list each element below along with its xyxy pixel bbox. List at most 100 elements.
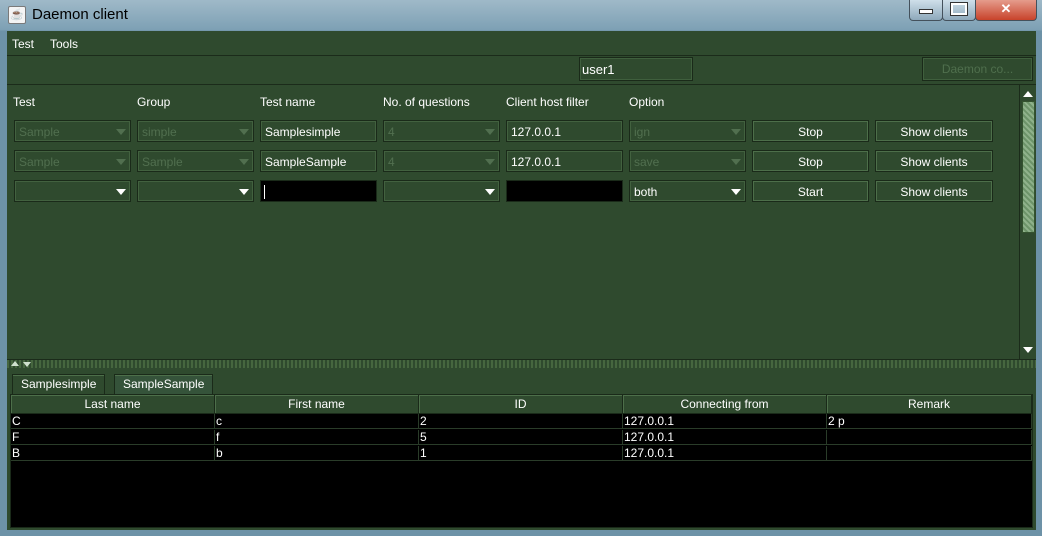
collapse-up-icon[interactable] xyxy=(11,361,19,366)
chevron-down-icon xyxy=(239,129,249,135)
cell-connecting-from: 127.0.0.1 xyxy=(623,414,827,429)
show-clients-button[interactable]: Show clients xyxy=(875,180,993,202)
scroll-up-icon[interactable] xyxy=(1023,91,1033,97)
column-remark[interactable]: Remark xyxy=(827,395,1032,414)
window-title: Daemon client xyxy=(32,6,128,23)
java-cup-icon: ☕ xyxy=(8,6,26,24)
combo-value: ign xyxy=(634,125,651,139)
chevron-down-icon xyxy=(731,129,741,135)
questions-combo[interactable]: 4 xyxy=(383,150,500,172)
table-row[interactable]: B b 1 127.0.0.1 xyxy=(11,446,1032,462)
maximize-icon xyxy=(950,2,968,16)
combo-value: 4 xyxy=(388,125,395,139)
cell-remark xyxy=(827,430,1032,445)
tab-samplesample[interactable]: SampleSample xyxy=(114,374,214,394)
table-row[interactable]: F f 5 127.0.0.1 xyxy=(11,430,1032,446)
cell-remark: 2 p xyxy=(827,414,1032,429)
cell-last-name: F xyxy=(11,430,215,445)
combo-value: Sample xyxy=(19,155,60,169)
cell-first-name: f xyxy=(215,430,419,445)
chevron-down-icon xyxy=(485,159,495,165)
header-test: Test xyxy=(13,95,36,109)
combo-value: Sample xyxy=(19,125,60,139)
header-test-name: Test name xyxy=(260,95,316,109)
vertical-scrollbar[interactable] xyxy=(1019,85,1036,359)
group-combo[interactable]: Sample xyxy=(137,150,254,172)
host-filter-field[interactable]: 127.0.0.1 xyxy=(506,150,623,172)
chevron-down-icon xyxy=(485,129,495,135)
user-field[interactable]: user1 xyxy=(579,57,693,81)
minimize-icon xyxy=(919,9,933,14)
clients-table: Last name First name ID Connecting from … xyxy=(10,394,1033,528)
chevron-down-icon xyxy=(485,189,495,195)
collapse-down-icon[interactable] xyxy=(23,362,31,367)
table-header: Last name First name ID Connecting from … xyxy=(11,395,1032,414)
chevron-down-icon xyxy=(116,159,126,165)
group-combo[interactable]: simple xyxy=(137,120,254,142)
toolbar: user1 Daemon co... xyxy=(7,56,1036,85)
stop-button[interactable]: Stop xyxy=(752,150,869,172)
scroll-down-icon[interactable] xyxy=(1023,347,1033,353)
test-name-field[interactable]: SampleSample xyxy=(260,150,377,172)
combo-value: both xyxy=(634,185,658,199)
test-name-field[interactable]: Samplesimple xyxy=(260,120,377,142)
test-combo[interactable] xyxy=(14,180,131,202)
option-combo[interactable]: both xyxy=(629,180,746,202)
close-button[interactable]: ✕ xyxy=(975,0,1037,21)
tests-panel: Test Group Test name No. of questions Cl… xyxy=(7,85,1036,359)
cell-remark xyxy=(827,446,1032,461)
host-filter-field[interactable]: 127.0.0.1 xyxy=(506,120,623,142)
chevron-down-icon xyxy=(116,129,126,135)
cell-first-name: c xyxy=(215,414,419,429)
client-area: Test Tools user1 Daemon co... Test Group… xyxy=(7,31,1036,530)
menu-test[interactable]: Test xyxy=(12,37,34,51)
host-filter-input[interactable] xyxy=(506,180,623,202)
header-questions: No. of questions xyxy=(383,95,470,109)
combo-value: save xyxy=(634,155,660,169)
menu-tools[interactable]: Tools xyxy=(50,37,78,51)
column-last-name[interactable]: Last name xyxy=(11,395,215,414)
test-combo[interactable]: Sample xyxy=(14,120,131,142)
window-frame-bottom xyxy=(0,530,1042,536)
combo-value: 4 xyxy=(388,155,395,169)
chevron-down-icon xyxy=(116,189,126,195)
chevron-down-icon xyxy=(731,159,741,165)
close-icon: ✕ xyxy=(1000,1,1012,16)
show-clients-button[interactable]: Show clients xyxy=(875,150,993,172)
text-caret xyxy=(264,185,265,199)
cell-id: 5 xyxy=(419,430,623,445)
cell-first-name: b xyxy=(215,446,419,461)
column-first-name[interactable]: First name xyxy=(215,395,419,414)
combo-value: simple xyxy=(142,125,177,139)
combo-value: Sample xyxy=(142,155,183,169)
column-id[interactable]: ID xyxy=(419,395,623,414)
test-combo[interactable]: Sample xyxy=(14,150,131,172)
cell-connecting-from: 127.0.0.1 xyxy=(623,446,827,461)
minimize-button[interactable] xyxy=(909,0,943,21)
scrollbar-thumb[interactable] xyxy=(1022,101,1035,233)
daemon-connect-button[interactable]: Daemon co... xyxy=(922,57,1033,81)
maximize-button[interactable] xyxy=(942,0,976,21)
header-option: Option xyxy=(629,95,665,109)
column-connecting-from[interactable]: Connecting from xyxy=(623,395,827,414)
cell-last-name: B xyxy=(11,446,215,461)
questions-combo[interactable] xyxy=(383,180,500,202)
option-combo[interactable]: save xyxy=(629,150,746,172)
cell-last-name: C xyxy=(11,414,215,429)
start-button[interactable]: Start xyxy=(752,180,869,202)
chevron-down-icon xyxy=(239,159,249,165)
chevron-down-icon xyxy=(239,189,249,195)
table-row[interactable]: C c 2 127.0.0.1 2 p xyxy=(11,414,1032,430)
questions-combo[interactable]: 4 xyxy=(383,120,500,142)
tab-samplesimple[interactable]: Samplesimple xyxy=(12,374,106,394)
test-name-input[interactable] xyxy=(260,180,377,202)
stop-button[interactable]: Stop xyxy=(752,120,869,142)
show-clients-button[interactable]: Show clients xyxy=(875,120,993,142)
clients-panel: Samplesimple SampleSample Last name Firs… xyxy=(7,368,1036,530)
group-combo[interactable] xyxy=(137,180,254,202)
option-combo[interactable]: ign xyxy=(629,120,746,142)
chevron-down-icon xyxy=(731,189,741,195)
header-group: Group xyxy=(137,95,171,109)
cell-connecting-from: 127.0.0.1 xyxy=(623,430,827,445)
menu-bar: Test Tools xyxy=(7,31,1036,56)
